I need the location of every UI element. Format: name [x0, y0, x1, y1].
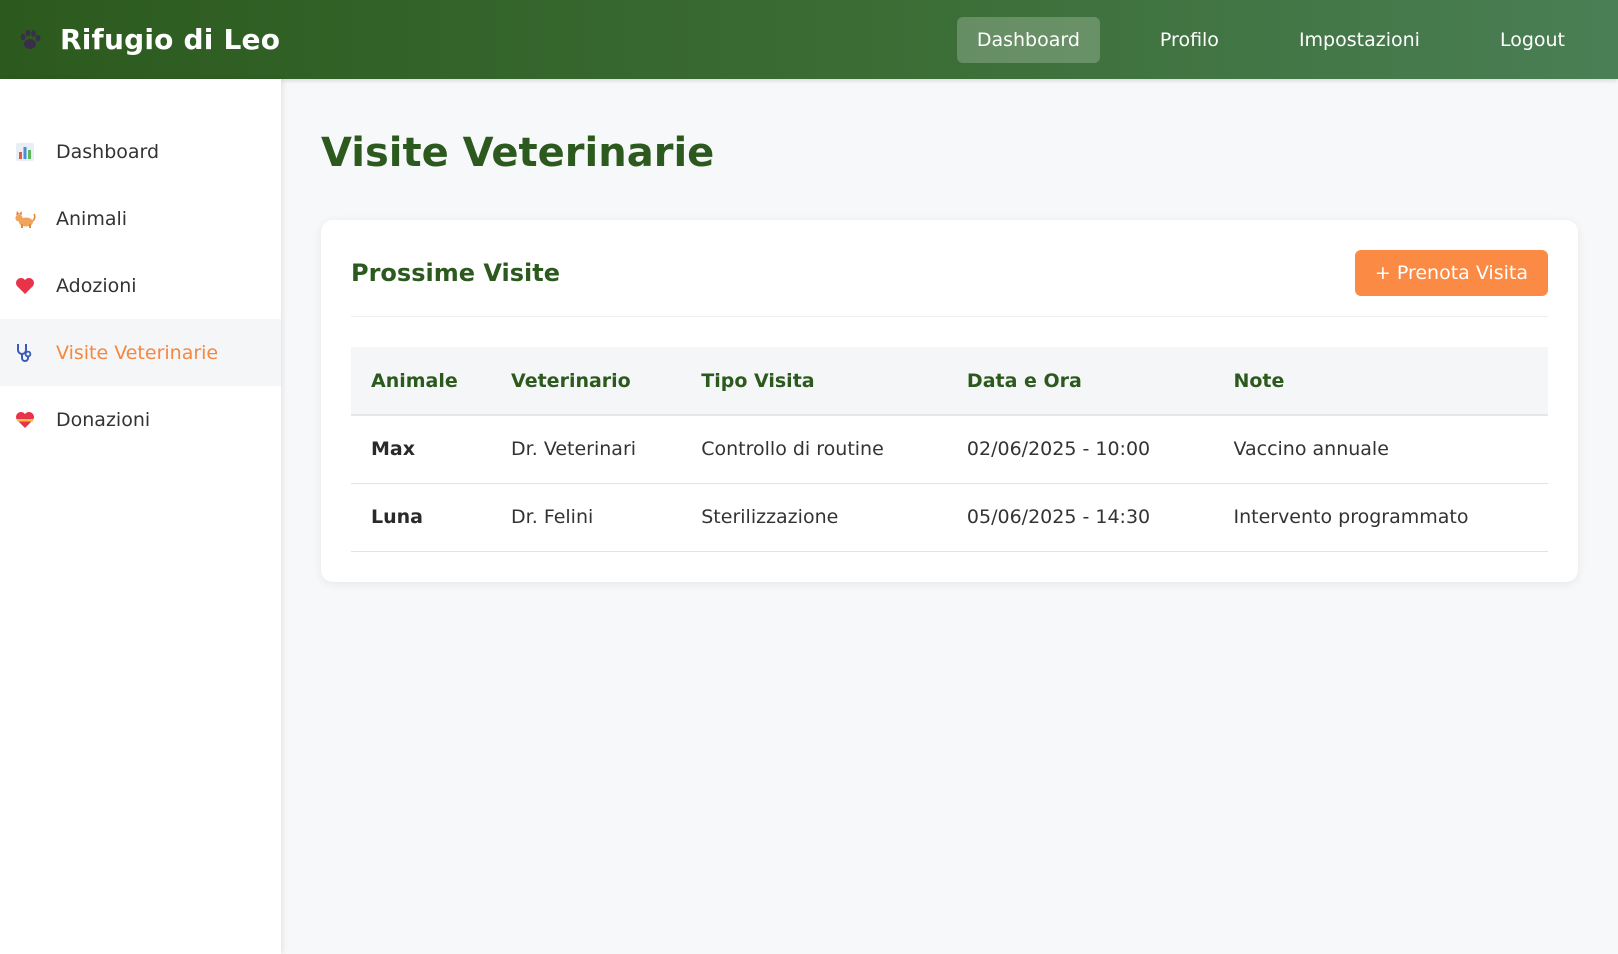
sidebar-item-label: Animali [56, 207, 128, 230]
sidebar-item-label: Donazioni [56, 408, 151, 431]
table-row[interactable]: Luna Dr. Felini Sterilizzazione 05/06/20… [351, 483, 1548, 552]
heart-icon [14, 275, 36, 297]
sidebar-item-dashboard[interactable]: Dashboard [0, 118, 281, 185]
sidebar-item-visite-veterinarie[interactable]: Visite Veterinarie [0, 319, 281, 386]
bar-chart-icon [14, 141, 36, 163]
cell-note: Vaccino annuale [1213, 415, 1548, 484]
sidebar-item-label: Adozioni [56, 274, 137, 297]
heart-gift-icon [14, 409, 36, 431]
cell-data-ora: 02/06/2025 - 10:00 [946, 415, 1214, 484]
visits-table: Animale Veterinario Tipo Visita Data e O… [351, 347, 1548, 552]
table-row[interactable]: Max Dr. Veterinari Controllo di routine … [351, 415, 1548, 484]
sidebar-item-adozioni[interactable]: Adozioni [0, 252, 281, 319]
cell-data-ora: 05/06/2025 - 14:30 [946, 483, 1214, 552]
book-visit-button[interactable]: + Prenota Visita [1354, 250, 1548, 296]
cell-veterinario: Dr. Felini [491, 483, 682, 552]
sidebar-item-donazioni[interactable]: Donazioni [0, 386, 281, 453]
sidebar-item-label: Dashboard [56, 140, 160, 163]
cell-tipo-visita: Sterilizzazione [681, 483, 947, 552]
card-header: Prossime Visite + Prenota Visita [351, 250, 1548, 317]
column-header-veterinario: Veterinario [491, 347, 682, 416]
card-title: Prossime Visite [351, 259, 560, 287]
brand-title: Rifugio di Leo [60, 23, 281, 56]
main-content: Visite Veterinarie Prossime Visite + Pre… [321, 79, 1578, 582]
cell-tipo-visita: Controllo di routine [681, 415, 947, 484]
column-header-animale: Animale [351, 347, 492, 416]
cell-veterinario: Dr. Veterinari [491, 415, 682, 484]
top-nav: Dashboard Profilo Impostazioni Logout [956, 16, 1585, 63]
cell-animale: Luna [351, 483, 492, 552]
cat-icon [14, 208, 36, 230]
cell-animale: Max [351, 415, 492, 484]
stethoscope-icon [14, 342, 36, 364]
nav-profilo[interactable]: Profilo [1140, 17, 1239, 63]
column-header-data-ora: Data e Ora [946, 347, 1214, 416]
table-header-row: Animale Veterinario Tipo Visita Data e O… [351, 347, 1548, 416]
cell-note: Intervento programmato [1213, 483, 1548, 552]
nav-impostazioni[interactable]: Impostazioni [1279, 17, 1440, 63]
paw-icon [14, 24, 46, 56]
visits-card: Prossime Visite + Prenota Visita Animale… [321, 220, 1578, 582]
brand[interactable]: Rifugio di Leo [14, 23, 280, 56]
sidebar-item-label: Visite Veterinarie [56, 341, 219, 364]
nav-logout[interactable]: Logout [1480, 17, 1585, 63]
nav-dashboard[interactable]: Dashboard [956, 16, 1100, 63]
sidebar-item-animali[interactable]: Animali [0, 185, 281, 252]
column-header-note: Note [1213, 347, 1548, 416]
top-navbar: Rifugio di Leo Dashboard Profilo Imposta… [0, 0, 1618, 79]
column-header-tipo-visita: Tipo Visita [681, 347, 947, 416]
page-title: Visite Veterinarie [321, 130, 715, 176]
sidebar: Dashboard Animali Adozioni Visite Veteri… [0, 79, 281, 954]
